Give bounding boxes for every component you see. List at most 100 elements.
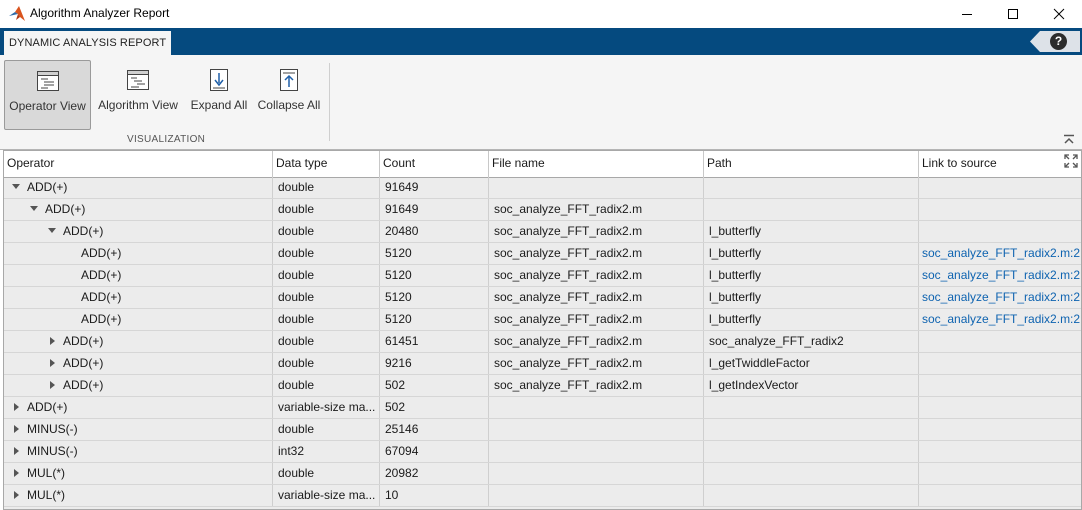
cell-link — [919, 331, 1081, 352]
expand-arrow-icon[interactable] — [10, 419, 22, 440]
table-row[interactable]: ADD(+) double 5120 soc_analyze_FFT_radix2.m… — [4, 287, 1081, 309]
cell-operator: MUL(*) — [4, 485, 273, 506]
cell-file: soc_analyze_FFT_radix2.m — [489, 309, 704, 330]
column-header-data-type[interactable]: Data type — [273, 151, 380, 177]
cell-count: 67094 — [380, 441, 489, 462]
collapse-all-button[interactable]: Collapse All — [255, 60, 323, 130]
cell-path — [704, 485, 919, 506]
operator-label: MUL(*) — [27, 488, 65, 502]
collapse-arrow-icon[interactable] — [46, 221, 58, 242]
operator-label: ADD(+) — [63, 378, 104, 392]
table-row[interactable]: ADD(+) double 5120 soc_analyze_FFT_radix2.m… — [4, 309, 1081, 331]
collapse-ribbon-icon[interactable] — [1063, 134, 1075, 146]
tab-dynamic-analysis-report[interactable]: DYNAMIC ANALYSIS REPORT — [4, 31, 172, 55]
expand-panel-icon[interactable] — [1064, 154, 1078, 168]
expand-arrow-icon[interactable] — [10, 485, 22, 506]
operator-view-icon — [36, 71, 59, 91]
cell-count: 20480 — [380, 221, 489, 242]
tab-bar: DYNAMIC ANALYSIS REPORT ? — [0, 28, 1082, 55]
cell-path: l_getTwiddleFactor — [704, 353, 919, 374]
operator-view-button[interactable]: Operator View — [4, 60, 91, 130]
cell-operator: ADD(+) — [4, 265, 273, 286]
cell-file — [489, 441, 704, 462]
collapse-all-icon — [280, 69, 298, 91]
cell-link — [919, 463, 1081, 484]
maximize-button[interactable] — [990, 0, 1036, 28]
cell-path: l_butterfly — [704, 221, 919, 242]
cell-count: 91649 — [380, 177, 489, 198]
expand-all-icon — [210, 69, 228, 91]
cell-operator: ADD(+) — [4, 353, 273, 374]
table-row[interactable]: ADD(+) double 502 soc_analyze_FFT_radix2.m l… — [4, 375, 1081, 397]
expand-arrow-icon[interactable] — [10, 441, 22, 462]
algorithm-view-button[interactable]: Algorithm View — [95, 60, 181, 130]
operator-label: MINUS(-) — [27, 422, 78, 436]
cell-dtype: variable-size ma... — [273, 397, 380, 418]
table-row[interactable]: MUL(*) variable-size ma... 10 — [4, 485, 1081, 507]
table-row[interactable]: ADD(+) double 5120 soc_analyze_FFT_radix2.m… — [4, 265, 1081, 287]
cell-path: l_butterfly — [704, 287, 919, 308]
cell-file: soc_analyze_FFT_radix2.m — [489, 221, 704, 242]
operator-view-label: Operator View — [9, 99, 86, 113]
expand-arrow-icon[interactable] — [46, 375, 58, 396]
matlab-logo-icon — [9, 6, 25, 21]
cell-path — [704, 463, 919, 484]
operator-label: MINUS(-) — [27, 444, 78, 458]
expand-arrow-icon[interactable] — [46, 353, 58, 374]
cell-path: l_butterfly — [704, 243, 919, 264]
cell-path — [704, 177, 919, 198]
cell-dtype: double — [273, 243, 380, 264]
column-header-link-to-source[interactable]: Link to source — [919, 151, 1081, 177]
table-row[interactable]: MINUS(-) double 25146 — [4, 419, 1081, 441]
cell-link — [919, 221, 1081, 242]
expand-arrow-icon[interactable] — [10, 397, 22, 418]
table-row[interactable]: ADD(+) variable-size ma... 502 — [4, 397, 1081, 419]
cell-dtype: double — [273, 199, 380, 220]
cell-count: 9216 — [380, 353, 489, 374]
cell-operator: ADD(+) — [4, 375, 273, 396]
cell-link[interactable]: soc_analyze_FFT_radix2.m:2 — [919, 309, 1081, 330]
cell-file: soc_analyze_FFT_radix2.m — [489, 265, 704, 286]
cell-path — [704, 397, 919, 418]
close-button[interactable] — [1036, 0, 1082, 28]
table-row[interactable]: MINUS(-) int32 67094 — [4, 441, 1081, 463]
cell-link[interactable]: soc_analyze_FFT_radix2.m:2 — [919, 243, 1081, 264]
cell-link[interactable]: soc_analyze_FFT_radix2.m:2 — [919, 287, 1081, 308]
column-header-file-name[interactable]: File name — [489, 151, 704, 177]
expand-arrow-icon[interactable] — [46, 331, 58, 352]
cell-link[interactable]: soc_analyze_FFT_radix2.m:2 — [919, 265, 1081, 286]
table-row[interactable]: MUL(*) double 20982 — [4, 463, 1081, 485]
cell-link — [919, 375, 1081, 396]
table-row[interactable]: ADD(+) double 61451 soc_analyze_FFT_radix2.… — [4, 331, 1081, 353]
table-row[interactable]: ADD(+) double 9216 soc_analyze_FFT_radix2.m… — [4, 353, 1081, 375]
cell-operator: MUL(*) — [4, 463, 273, 484]
cell-operator: ADD(+) — [4, 221, 273, 242]
visualization-section-label: VISUALIZATION — [127, 134, 206, 145]
minimize-button[interactable] — [944, 0, 990, 28]
column-header-path[interactable]: Path — [704, 151, 919, 177]
cell-count: 5120 — [380, 265, 489, 286]
column-header-operator[interactable]: Operator — [4, 151, 273, 177]
cell-dtype: double — [273, 463, 380, 484]
ribbon-divider — [329, 63, 330, 141]
collapse-arrow-icon[interactable] — [28, 199, 40, 220]
algorithm-view-label: Algorithm View — [98, 98, 178, 112]
table-row[interactable]: ADD(+) double 91649 — [4, 177, 1081, 199]
operator-label: ADD(+) — [81, 268, 122, 282]
column-header-count[interactable]: Count — [380, 151, 489, 177]
cell-file: soc_analyze_FFT_radix2.m — [489, 199, 704, 220]
collapse-arrow-icon[interactable] — [10, 177, 22, 198]
cell-count: 5120 — [380, 309, 489, 330]
table-row[interactable]: ADD(+) double 5120 soc_analyze_FFT_radix2.m… — [4, 243, 1081, 265]
cell-count: 502 — [380, 397, 489, 418]
cell-operator: ADD(+) — [4, 397, 273, 418]
expand-all-button[interactable]: Expand All — [188, 60, 250, 130]
help-button[interactable]: ? — [1030, 31, 1080, 52]
cell-count: 5120 — [380, 287, 489, 308]
cell-file — [489, 485, 704, 506]
cell-path — [704, 419, 919, 440]
table-row[interactable]: ADD(+) double 20480 soc_analyze_FFT_radix2.… — [4, 221, 1081, 243]
cell-operator: ADD(+) — [4, 309, 273, 330]
expand-arrow-icon[interactable] — [10, 463, 22, 484]
table-row[interactable]: ADD(+) double 91649 soc_analyze_FFT_radix2.… — [4, 199, 1081, 221]
